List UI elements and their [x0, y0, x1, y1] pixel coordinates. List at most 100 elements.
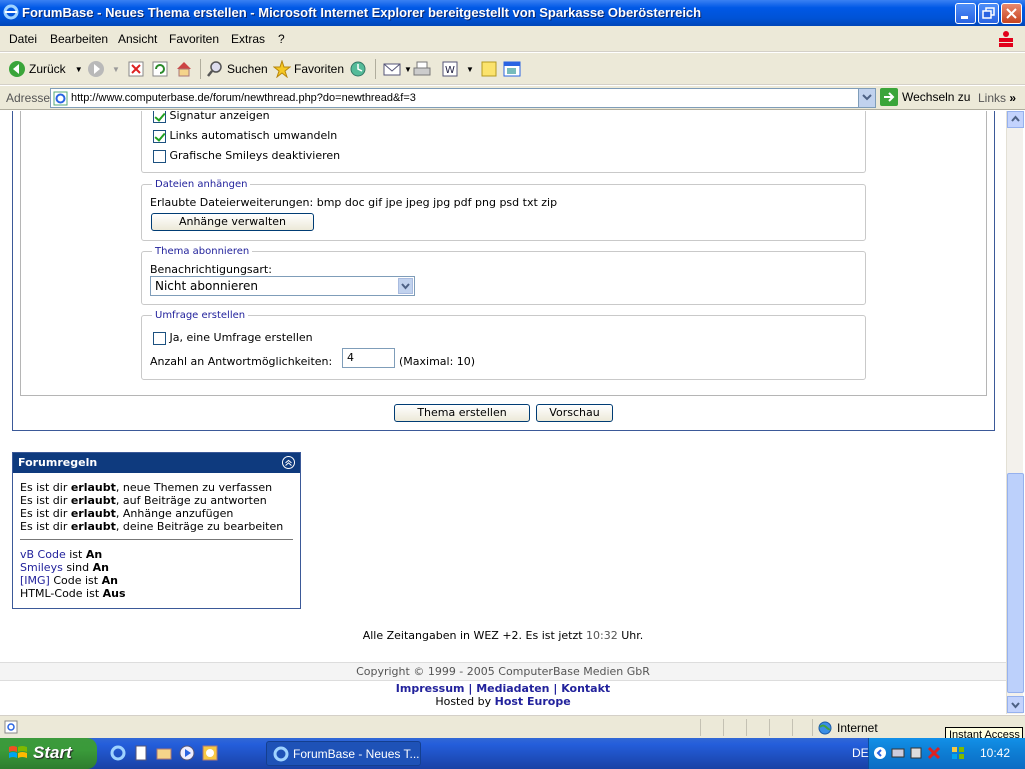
go-arrow-icon: [880, 88, 898, 106]
minimize-button[interactable]: [955, 3, 976, 24]
address-input[interactable]: http://www.computerbase.de/forum/newthre…: [50, 88, 876, 108]
forward-dropdown-icon[interactable]: ▼: [112, 65, 120, 74]
vertical-scrollbar[interactable]: [1006, 111, 1024, 714]
impressum-link[interactable]: Impressum: [396, 682, 465, 695]
print-button[interactable]: [413, 59, 431, 79]
windows-logo-icon: [9, 746, 27, 758]
address-url: http://www.computerbase.de/forum/newthre…: [71, 92, 416, 104]
menu-extras[interactable]: Extras: [231, 32, 265, 46]
go-button[interactable]: Wechseln zu: [880, 88, 970, 106]
status-separator: [723, 719, 724, 736]
quicklaunch-ie-icon[interactable]: [110, 745, 126, 761]
notification-select[interactable]: Nicht abonnieren: [150, 276, 415, 296]
quicklaunch-folder-icon[interactable]: [156, 745, 172, 761]
chevron-down-icon: [1011, 702, 1020, 709]
history-button[interactable]: [349, 59, 367, 79]
kontakt-link[interactable]: Kontakt: [561, 682, 610, 695]
answer-count-input[interactable]: 4: [342, 348, 395, 368]
mail-dropdown-icon[interactable]: ▼: [404, 65, 412, 74]
submit-thread-button[interactable]: Thema erstellen: [394, 404, 530, 422]
rule-line: Es ist dir erlaubt, neue Themen zu verfa…: [20, 481, 273, 494]
quicklaunch-document-icon[interactable]: [133, 745, 149, 761]
clock[interactable]: 10:42: [980, 746, 1010, 760]
manage-attachments-button[interactable]: Anhänge verwalten: [151, 213, 314, 231]
tray-instant-access-icon[interactable]: [951, 746, 965, 760]
quicklaunch-clock-icon[interactable]: [202, 745, 218, 761]
scroll-up-button[interactable]: [1007, 111, 1024, 128]
scroll-down-button[interactable]: [1007, 696, 1024, 713]
vbcode-link[interactable]: vB Code: [20, 548, 66, 561]
status-separator: [700, 719, 701, 736]
create-poll-option[interactable]: Ja, eine Umfrage erstellen: [153, 331, 313, 345]
menu-ansicht[interactable]: Ansicht: [118, 32, 157, 46]
signature-option[interactable]: Signatur anzeigen: [153, 111, 270, 123]
img-code-link[interactable]: [IMG]: [20, 574, 50, 587]
tray-antivirus-icon[interactable]: [927, 746, 941, 760]
address-dropdown[interactable]: [858, 89, 875, 107]
back-dropdown-icon[interactable]: ▼: [75, 65, 83, 74]
nosmileys-checkbox[interactable]: [153, 149, 166, 163]
globe-icon: [818, 721, 832, 735]
page-status-icon: [4, 720, 18, 734]
search-button[interactable]: Suchen: [206, 59, 268, 79]
rule-line: Es ist dir erlaubt, Anhänge anzufügen: [20, 507, 234, 520]
poll-fieldset: Umfrage erstellen: [141, 310, 866, 380]
restore-button[interactable]: [978, 3, 999, 24]
chevron-right-icon: »: [1009, 91, 1017, 105]
stop-icon: [128, 61, 144, 77]
word-edit-icon: W: [442, 61, 458, 77]
collapse-icon[interactable]: [282, 456, 295, 469]
internet-explorer-icon: [273, 746, 289, 762]
favorites-button[interactable]: Favoriten: [273, 59, 344, 79]
status-separator: [792, 719, 793, 736]
preview-button[interactable]: Vorschau: [536, 404, 613, 422]
create-poll-checkbox[interactable]: [153, 331, 166, 345]
autolinks-option[interactable]: Links automatisch umwandeln: [153, 129, 337, 143]
stop-button[interactable]: [127, 59, 145, 79]
nosmileys-option[interactable]: Grafische Smileys deaktivieren: [153, 149, 340, 163]
code-line: Smileys sind An: [20, 561, 109, 574]
mediadaten-link[interactable]: Mediadaten: [476, 682, 549, 695]
signature-label: Signatur anzeigen: [169, 111, 270, 122]
refresh-button[interactable]: [151, 59, 169, 79]
close-button[interactable]: [1001, 3, 1022, 24]
page-icon: [53, 91, 68, 106]
links-toolbar[interactable]: Links »: [978, 91, 1016, 105]
edit-button[interactable]: W ▼: [441, 59, 474, 79]
go-label: Wechseln zu: [902, 90, 971, 104]
menu-bearbeiten[interactable]: Bearbeiten: [50, 32, 108, 46]
language-indicator[interactable]: DE: [852, 746, 869, 760]
taskbar-item-forumbase[interactable]: ForumBase - Neues T...: [266, 741, 421, 766]
start-button[interactable]: Start: [0, 738, 97, 769]
attachments-fieldset: Dateien anhängen: [141, 179, 866, 241]
tray-network-icon[interactable]: [891, 746, 905, 760]
menu-datei[interactable]: Datei: [9, 32, 37, 46]
signature-checkbox[interactable]: [153, 111, 166, 123]
tray-device-icon[interactable]: [909, 746, 923, 760]
messenger-button[interactable]: [503, 59, 521, 79]
menu-help[interactable]: ?: [278, 32, 285, 46]
tray-expand-icon[interactable]: [873, 746, 887, 760]
subscribe-legend: Thema abonnieren: [155, 246, 250, 257]
nosmileys-label: Grafische Smileys deaktivieren: [169, 149, 341, 162]
window-icon: [503, 61, 521, 77]
smileys-link[interactable]: Smileys: [20, 561, 63, 574]
host-europe-link[interactable]: Host Europe: [495, 695, 571, 708]
back-button[interactable]: Zurück ▼: [8, 59, 83, 79]
menu-favoriten[interactable]: Favoriten: [169, 32, 219, 46]
select-dropdown[interactable]: [398, 278, 413, 294]
status-separator: [812, 719, 813, 736]
quicklaunch-media-icon[interactable]: [179, 745, 195, 761]
back-arrow-icon: [9, 61, 25, 77]
autolinks-checkbox[interactable]: [153, 129, 166, 143]
scroll-thumb[interactable]: [1007, 473, 1024, 693]
history-icon: [350, 61, 366, 77]
window-title: ForumBase - Neues Thema erstellen - Micr…: [22, 5, 702, 20]
status-separator: [746, 719, 747, 736]
home-button[interactable]: [175, 59, 193, 79]
mail-button[interactable]: ▼: [383, 59, 412, 79]
forward-button[interactable]: ▼: [87, 59, 120, 79]
edit-dropdown-icon[interactable]: ▼: [466, 65, 474, 74]
discuss-button[interactable]: [480, 59, 498, 79]
forum-rules-title: Forumregeln: [18, 456, 98, 469]
